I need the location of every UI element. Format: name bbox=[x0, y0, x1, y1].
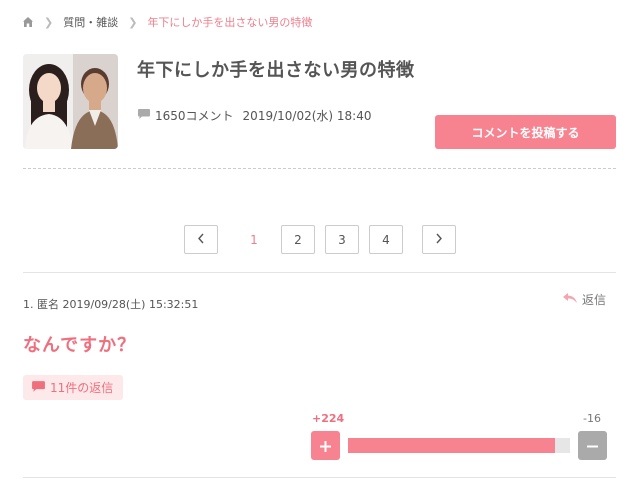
comment-body: なんですか？ bbox=[23, 335, 137, 356]
topic-meta: 1650コメント 2019/10/02(水) 18:40 bbox=[137, 107, 371, 124]
page-4[interactable]: 4 bbox=[369, 225, 403, 254]
replies-button[interactable]: 11件の返信 bbox=[23, 375, 124, 400]
topic-date: 2019/10/02(水) 18:40 bbox=[242, 109, 372, 123]
minus-vote-button[interactable] bbox=[578, 431, 607, 460]
vote-ratio-bar bbox=[348, 438, 570, 453]
breadcrumb-category[interactable]: 質問・雑談 bbox=[63, 14, 118, 30]
topic-thumbnail bbox=[23, 54, 118, 149]
reply-button[interactable]: 返信 bbox=[562, 291, 606, 308]
vote-ratio-fill bbox=[348, 438, 556, 453]
next-page-button[interactable] bbox=[422, 225, 456, 254]
comment-count: 1650コメント bbox=[155, 109, 234, 123]
plus-vote-button[interactable] bbox=[311, 431, 340, 460]
reply-label: 返信 bbox=[582, 293, 607, 307]
page-3[interactable]: 3 bbox=[325, 225, 359, 254]
prev-page-button[interactable] bbox=[184, 225, 218, 254]
chevron-left-icon bbox=[197, 233, 205, 247]
divider bbox=[23, 168, 616, 169]
comment-header: 1. 匿名 2019/09/28(土) 15:32:51 bbox=[23, 298, 199, 311]
breadcrumb-current: 年下にしか手を出さない男の特徴 bbox=[147, 16, 313, 29]
chevron-right-icon: ❯ bbox=[44, 15, 54, 29]
plus-icon bbox=[319, 434, 332, 458]
minus-vote-count: -16 bbox=[583, 412, 601, 425]
replies-label: 11件の返信 bbox=[50, 381, 114, 395]
post-comment-button[interactable]: コメントを投稿する bbox=[435, 115, 616, 149]
divider bbox=[23, 272, 616, 273]
page-1[interactable]: 1 bbox=[237, 225, 271, 254]
comment-bubble-icon bbox=[137, 108, 151, 123]
comment-bubble-icon bbox=[31, 380, 50, 396]
divider bbox=[23, 477, 616, 478]
minus-icon bbox=[586, 434, 599, 458]
page-2[interactable]: 2 bbox=[281, 225, 315, 254]
home-icon[interactable] bbox=[22, 16, 34, 28]
chevron-right-icon bbox=[435, 233, 443, 247]
breadcrumb: ❯ 質問・雑談 ❯ 年下にしか手を出さない男の特徴 bbox=[22, 14, 312, 30]
pagination: 1 2 3 4 bbox=[0, 225, 640, 255]
plus-vote-count: +224 bbox=[312, 412, 345, 425]
reply-arrow-icon bbox=[562, 292, 582, 307]
chevron-right-icon: ❯ bbox=[128, 15, 138, 29]
topic-title: 年下にしか手を出さない男の特徴 bbox=[137, 60, 415, 81]
